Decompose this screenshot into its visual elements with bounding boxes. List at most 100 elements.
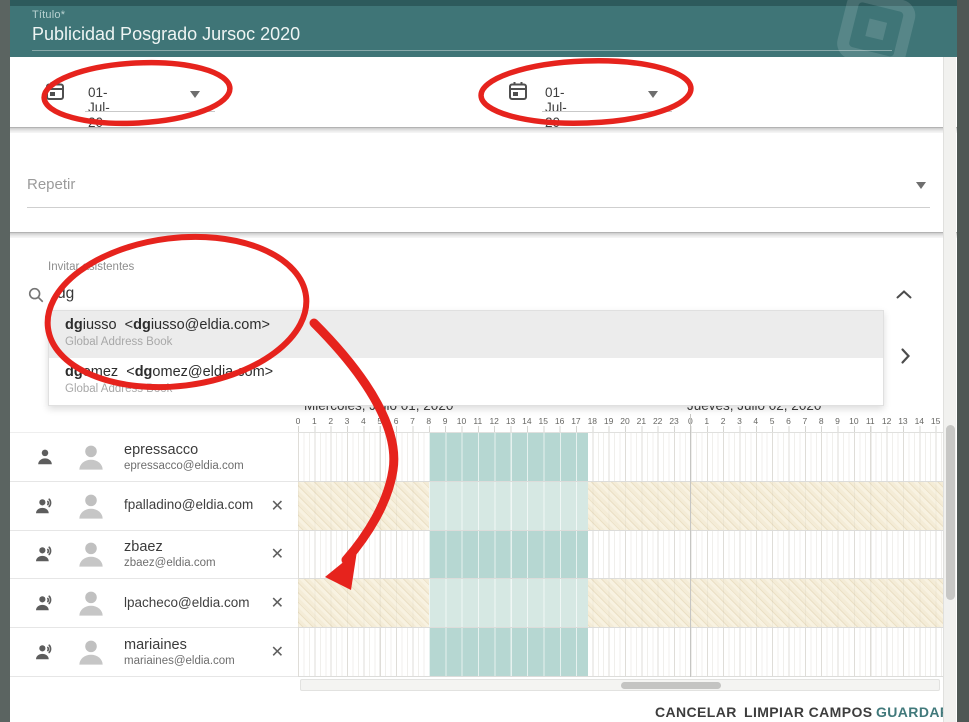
attendee-identity: zbaezzbaez@eldia.com bbox=[124, 538, 216, 571]
hour-tick-label: 11 bbox=[866, 416, 875, 426]
hour-tick-label: 13 bbox=[898, 416, 907, 426]
date-underline bbox=[85, 111, 215, 112]
organizer-person-icon bbox=[34, 447, 60, 467]
attendee-person-icon bbox=[34, 496, 60, 516]
hour-tick-label: 5 bbox=[377, 416, 382, 426]
attendee-identity: mariainesmariaines@eldia.com bbox=[124, 636, 235, 669]
horizontal-scrollbar-thumb[interactable] bbox=[621, 682, 721, 689]
vertical-scrollbar-thumb[interactable] bbox=[946, 425, 955, 600]
hour-tick-label: 3 bbox=[737, 416, 742, 426]
hour-tick-label: 22 bbox=[653, 416, 662, 426]
hour-tick-label: 12 bbox=[882, 416, 891, 426]
hour-tick-label: 2 bbox=[328, 416, 333, 426]
hour-tick-label: 5 bbox=[770, 416, 775, 426]
vertical-scrollbar[interactable] bbox=[943, 57, 956, 722]
attendee-row: mariainesmariaines@eldia.com ✕ bbox=[10, 628, 298, 677]
hour-tick-label: 14 bbox=[915, 416, 924, 426]
hour-tick-label: 19 bbox=[604, 416, 613, 426]
attendee-search-input[interactable]: dg bbox=[57, 285, 74, 303]
hour-tick-label: 2 bbox=[721, 416, 726, 426]
hour-tick-label: 17 bbox=[571, 416, 580, 426]
remove-attendee-button[interactable]: ✕ bbox=[271, 642, 284, 662]
attendee-name: mariaines bbox=[124, 636, 235, 654]
clear-fields-button[interactable]: LIMPIAR CAMPOS bbox=[744, 704, 873, 720]
attendee-identity: fpalladino@eldia.com bbox=[124, 497, 253, 514]
ghost-calendar-icon bbox=[810, 0, 940, 57]
suggestion-source: Global Address Book bbox=[65, 336, 883, 348]
event-title-input[interactable]: Publicidad Posgrado Jursoc 2020 bbox=[32, 24, 300, 45]
suggestion-item[interactable]: dgiusso <dgiusso@eldia.com> Global Addres… bbox=[49, 311, 883, 358]
busy-block bbox=[429, 628, 588, 676]
hour-tick-label: 9 bbox=[443, 416, 448, 426]
avatar-icon bbox=[76, 540, 106, 568]
attendee-panel: epressaccoepressacco@eldia.comfpalladino… bbox=[10, 432, 298, 677]
hour-tick-label: 1 bbox=[704, 416, 709, 426]
backdrop-left-strip bbox=[0, 0, 10, 722]
attendee-email: epressacco@eldia.com bbox=[124, 459, 244, 473]
availability-row bbox=[298, 531, 947, 580]
attendee-email: fpalladino@eldia.com bbox=[124, 497, 253, 514]
date-underline bbox=[542, 111, 672, 112]
hour-tick-label: 6 bbox=[394, 416, 399, 426]
calendar-icon bbox=[508, 81, 528, 106]
hour-tick-label: 8 bbox=[426, 416, 431, 426]
hour-tick-label: 3 bbox=[345, 416, 350, 426]
attendee-email: lpacheco@eldia.com bbox=[124, 595, 250, 612]
availability-row bbox=[298, 628, 947, 677]
end-date-value[interactable]: 01-Jul-20 bbox=[545, 85, 567, 130]
avatar-icon bbox=[76, 638, 106, 666]
attendee-person-icon bbox=[34, 593, 60, 613]
title-field-label: Título* bbox=[32, 9, 65, 21]
busy-block bbox=[429, 433, 588, 481]
hour-tick-label: 10 bbox=[457, 416, 466, 426]
attendee-row: lpacheco@eldia.com ✕ bbox=[10, 579, 298, 628]
attendee-name: zbaez bbox=[124, 538, 216, 556]
attendee-row: zbaezzbaez@eldia.com ✕ bbox=[10, 531, 298, 580]
chevron-down-icon[interactable] bbox=[916, 182, 926, 189]
availability-grid bbox=[298, 432, 947, 677]
save-button[interactable]: GUARDAR bbox=[876, 704, 950, 720]
cancel-button[interactable]: CANCELAR bbox=[655, 704, 737, 720]
hour-tick-label: 15 bbox=[931, 416, 940, 426]
hour-tick-label: 21 bbox=[637, 416, 646, 426]
calendar-icon bbox=[45, 81, 65, 106]
repeat-field[interactable]: Repetir bbox=[27, 176, 75, 193]
dates-row: 01-Jul-20 01-Jul-20 bbox=[10, 57, 957, 127]
suggestion-item[interactable]: dgomez <dgomez@eldia.com>Global Address … bbox=[49, 358, 883, 405]
start-date-value[interactable]: 01-Jul-20 bbox=[88, 85, 110, 130]
suggestion-text: dgomez <dgomez@eldia.com> bbox=[65, 364, 883, 380]
chevron-right-icon[interactable] bbox=[900, 347, 911, 370]
attendee-name: epressacco bbox=[124, 441, 244, 459]
remove-attendee-button[interactable]: ✕ bbox=[271, 496, 284, 516]
attendee-row: fpalladino@eldia.com ✕ bbox=[10, 482, 298, 531]
remove-attendee-button[interactable]: ✕ bbox=[271, 544, 284, 564]
repeat-underline bbox=[27, 207, 930, 208]
attendee-row: epressaccoepressacco@eldia.com bbox=[10, 433, 298, 482]
dialog-header: Título* Publicidad Posgrado Jursoc 2020 bbox=[10, 0, 957, 57]
hour-tick-label: 15 bbox=[539, 416, 548, 426]
scheduler-timeline: Miércoles, Julio 01, 2020 Jueves, Julio … bbox=[298, 398, 947, 694]
section-separator bbox=[10, 127, 957, 133]
avatar-icon bbox=[76, 492, 106, 520]
hour-tick-label: 1 bbox=[312, 416, 317, 426]
chevron-down-icon[interactable] bbox=[190, 91, 200, 98]
attendee-email: zbaez@eldia.com bbox=[124, 556, 216, 570]
chevron-down-icon[interactable] bbox=[648, 91, 658, 98]
remove-attendee-button[interactable]: ✕ bbox=[271, 593, 284, 613]
suggestion-text: dgiusso <dgiusso@eldia.com> bbox=[65, 317, 883, 333]
scheduler: epressaccoepressacco@eldia.comfpalladino… bbox=[10, 398, 947, 694]
backdrop-right-strip bbox=[957, 0, 969, 722]
page-root: Título* Publicidad Posgrado Jursoc 2020 bbox=[0, 0, 969, 722]
hour-tick-label: 11 bbox=[473, 416, 482, 426]
availability-row bbox=[298, 482, 947, 531]
hour-tick-label: 18 bbox=[588, 416, 597, 426]
hour-tick-label: 12 bbox=[489, 416, 498, 426]
horizontal-scrollbar[interactable] bbox=[300, 679, 940, 691]
chevron-up-icon[interactable] bbox=[895, 287, 913, 305]
availability-row bbox=[298, 579, 947, 628]
attendee-identity: lpacheco@eldia.com bbox=[124, 595, 250, 612]
invite-attendees-label: Invitar asistentes bbox=[48, 261, 134, 273]
hour-tick-label: 6 bbox=[786, 416, 791, 426]
hour-tick-label: 7 bbox=[802, 416, 807, 426]
busy-block bbox=[429, 482, 588, 530]
